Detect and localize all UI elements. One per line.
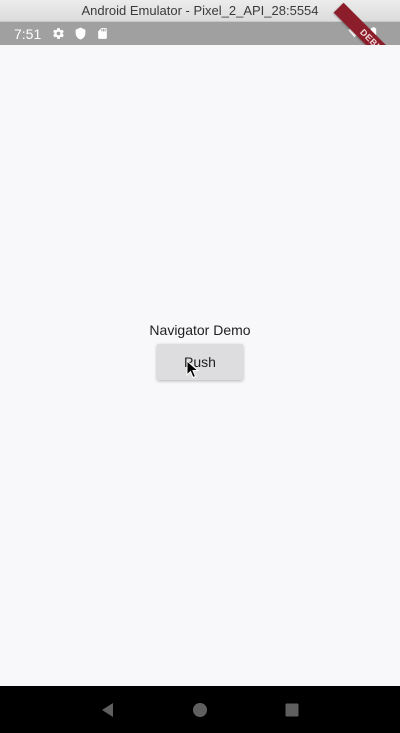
back-icon <box>102 702 113 717</box>
android-nav-bar <box>0 686 400 733</box>
recents-button[interactable] <box>282 700 302 720</box>
status-time: 7:51 <box>14 25 42 42</box>
gear-icon <box>53 28 65 39</box>
app-content: Navigator Demo Push <box>0 45 400 686</box>
shield-icon <box>75 27 86 40</box>
sd-card-icon <box>98 28 108 39</box>
push-button[interactable]: Push <box>157 344 243 380</box>
recents-icon <box>285 703 299 716</box>
status-bar: 7:51 <box>0 22 400 45</box>
mouse-cursor-icon <box>186 360 199 379</box>
home-icon <box>193 702 207 717</box>
home-button[interactable] <box>190 700 210 720</box>
back-button[interactable] <box>98 700 118 720</box>
page-title: Navigator Demo <box>149 322 251 338</box>
window-title: Android Emulator - Pixel_2_API_28:5554 <box>81 3 319 18</box>
